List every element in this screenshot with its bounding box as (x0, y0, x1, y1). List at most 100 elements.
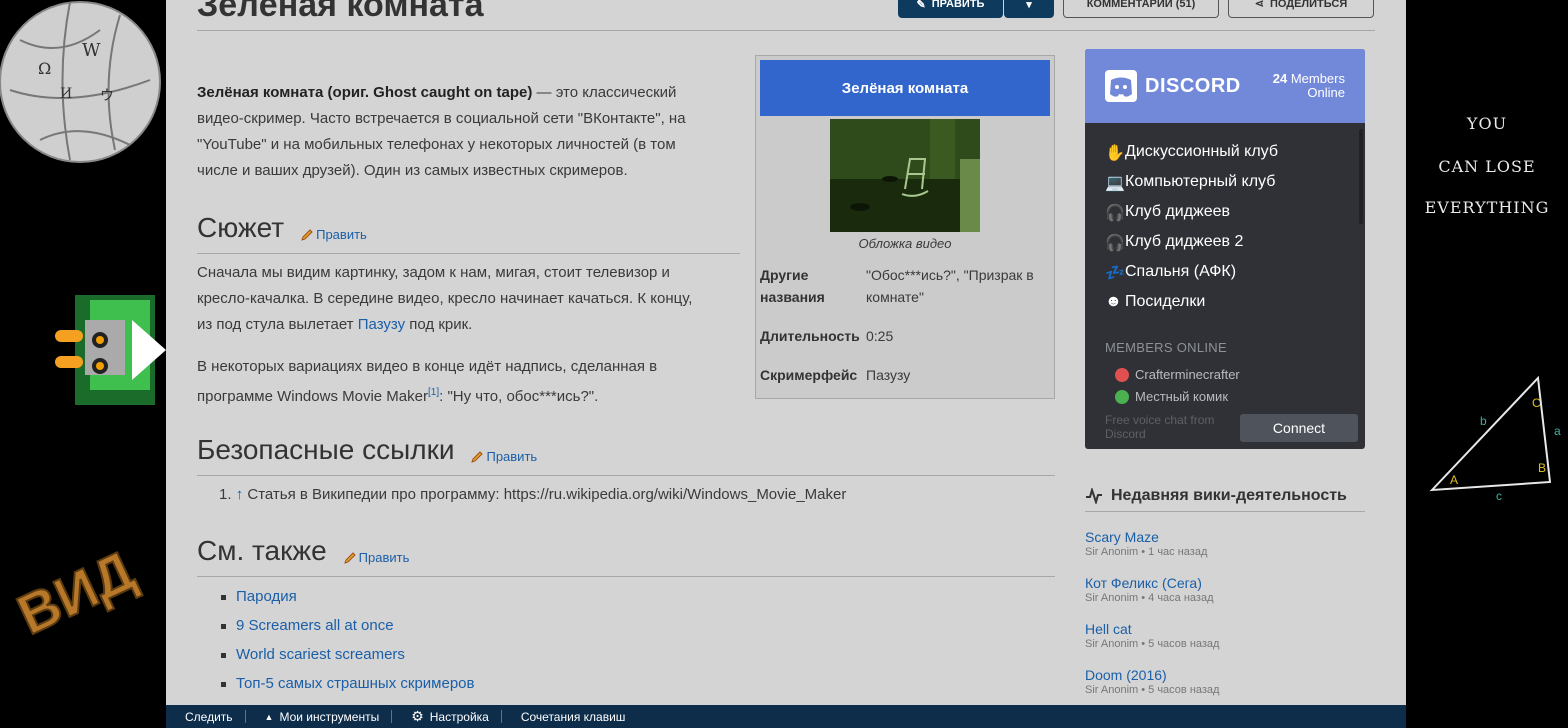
discord-channel[interactable]: 💻 Компьютерный клуб (1105, 167, 1278, 197)
article-page: Зелёная комната ✎ ПРАВИТЬ ▾ КОММЕНТАРИИ … (166, 0, 1406, 705)
discord-channel[interactable]: 🎧 Клуб диджеев (1105, 197, 1278, 227)
section-title: Сюжет (197, 212, 285, 243)
svg-text:a: a (1554, 424, 1561, 438)
activity-meta: Sir Anonim • 5 часов назад (1085, 684, 1220, 696)
discord-channel[interactable]: ☻ Посиделки (1105, 287, 1278, 317)
discord-member[interactable]: Местный комик (1115, 389, 1228, 404)
hand-icon: ✋ (1105, 145, 1125, 162)
edit-section-link[interactable]: Править (300, 227, 367, 242)
activity-item: Doom (2016) Sir Anonim • 5 часов назад (1085, 667, 1219, 696)
pazuzu-link[interactable]: Пазузу (358, 316, 405, 333)
edit-section-link[interactable]: Править (470, 449, 537, 464)
plot-text: : "Ну что, обос***ись?". (439, 388, 599, 405)
activity-page-link[interactable]: Hell cat (1085, 621, 1219, 637)
pencil-icon (343, 551, 356, 564)
section-heading-see-also: См. также Править (197, 535, 409, 567)
party-icon: ☻ (1105, 293, 1122, 310)
intro-paragraph: Зелёная комната (ориг. Ghost caught on t… (197, 80, 686, 184)
activity-item: Hell cat Sir Anonim • 5 часов назад (1085, 621, 1219, 650)
laptop-icon: 💻 (1105, 175, 1125, 192)
discord-footer-text: Free voice chat from Discord (1105, 413, 1215, 441)
svg-text:C: C (1532, 396, 1541, 410)
see-also-link[interactable]: Топ-5 самых страшных скримеров (221, 674, 474, 703)
section-divider (197, 253, 740, 254)
settings-label: Настройка (429, 709, 489, 724)
plot-paragraph-2: В некоторых вариациях видео в конце идёт… (197, 354, 657, 410)
activity-icon (1086, 488, 1102, 504)
edit-section-link[interactable]: Править (343, 550, 410, 565)
follow-button[interactable]: Следить (166, 709, 246, 724)
members-online-count: 24 Members Online (1273, 72, 1345, 100)
svg-text:Ω: Ω (38, 59, 51, 78)
edit-dropdown-button[interactable]: ▾ (1004, 0, 1054, 18)
share-button-label: ПОДЕЛИТЬСЯ (1269, 0, 1348, 10)
activity-item: Scary Maze Sir Anonim • 1 час назад (1085, 529, 1207, 558)
edit-section-label: Править (316, 227, 367, 242)
screamer-face-link[interactable]: Пазузу (866, 364, 1046, 386)
side-text-line-2: CAN LOSE (1438, 157, 1536, 176)
section-heading-plot: Сюжет Править (197, 212, 367, 244)
channel-name: Клуб диджеев 2 (1125, 233, 1244, 250)
svg-text:И: И (60, 86, 72, 102)
side-text-line-1: YOU (1466, 114, 1508, 133)
shortcuts-button[interactable]: Сочетания клавиш (502, 710, 638, 724)
svg-text:A: A (1450, 473, 1458, 487)
activity-page-link[interactable]: Scary Maze (1085, 529, 1207, 545)
discord-channel[interactable]: 🎧 Клуб диджеев 2 (1105, 227, 1278, 257)
my-tools-label: Мои инструменты (279, 709, 380, 724)
share-button[interactable]: ⋖ ПОДЕЛИТЬСЯ (1228, 0, 1374, 18)
members-count: 24 (1272, 71, 1288, 86)
infobox-value: "Обос***ись?", "Призрак в комнате" (866, 267, 1034, 305)
see-also-link[interactable]: World scariest screamers (221, 645, 474, 674)
activity-page-link[interactable]: Кот Феликс (Сега) (1085, 575, 1214, 591)
bottom-toolbar: Следить ▲ Мои инструменты ⚙ Настройка Со… (166, 705, 1406, 728)
discord-member[interactable]: Crafterminecrafter (1115, 367, 1240, 382)
discord-widget: DISCORD 24 Members Online ✋ Дискуссионный… (1085, 49, 1365, 449)
background-decorations: Ω W И ウ ВИД (0, 1, 166, 647)
my-tools-button[interactable]: ▲ Мои инструменты (246, 709, 393, 724)
channel-name: Клуб диджеев (1125, 203, 1231, 220)
reference-link[interactable]: [1] (428, 387, 439, 398)
discord-logo[interactable]: DISCORD (1105, 70, 1241, 102)
svg-text:ВИД: ВИД (8, 538, 144, 646)
activity-page-link[interactable]: Doom (2016) (1085, 667, 1219, 683)
header-divider (197, 30, 1375, 31)
settings-button[interactable]: ⚙ Настройка (392, 708, 502, 724)
discord-scrollbar[interactable] (1359, 129, 1363, 224)
edit-section-label: Править (358, 550, 410, 565)
intro-text: "YouTube" и на мобильных телефонах у нек… (197, 136, 676, 153)
robot-decoration (55, 295, 166, 405)
intro-text: видео-скример. Часто встречается в социа… (197, 110, 686, 127)
follow-label: Следить (185, 709, 233, 724)
comments-button[interactable]: КОММЕНТАРИИ (51) (1063, 0, 1219, 18)
plot-paragraph-1: Сначала мы видим картинку, задом к нам, … (197, 260, 692, 338)
channel-name: Спальня (АФК) (1125, 263, 1237, 280)
section-title: Безопасные ссылки (197, 434, 455, 465)
see-also-list: Пародия 9 Screamers all at once World sc… (221, 587, 474, 703)
activity-meta: Sir Anonim • 1 час назад (1085, 546, 1208, 558)
avatar (1115, 389, 1129, 404)
plot-text: программе Windows Movie Maker (197, 388, 428, 405)
video-cover-image[interactable] (830, 119, 980, 232)
chevron-down-icon: ▾ (1026, 0, 1032, 11)
discord-channel[interactable]: 💤 Спальня (АФК) (1105, 257, 1278, 287)
infobox-label: Скримерфейс (760, 367, 858, 383)
see-also-link[interactable]: 9 Screamers all at once (221, 616, 474, 645)
reference-text: Статья в Википедии про программу: https:… (243, 486, 847, 503)
discord-connect-button[interactable]: Connect (1240, 414, 1358, 442)
infobox-caption: Обложка видео (858, 236, 952, 251)
see-also-link[interactable]: Пародия (221, 587, 474, 616)
edit-button-label: ПРАВИТЬ (931, 0, 985, 10)
left-background: Ω W И ウ ВИД (0, 0, 166, 728)
members-online-heading: MEMBERS ONLINE (1105, 340, 1227, 355)
activity-meta: Sir Anonim • 5 часов назад (1085, 638, 1220, 650)
headphones-icon: 🎧 (1105, 205, 1125, 222)
edit-section-label: Править (486, 449, 538, 464)
discord-brand: DISCORD (1145, 74, 1241, 97)
cover-scene (830, 119, 980, 232)
discord-channel[interactable]: ✋ Дискуссионный клуб (1105, 137, 1278, 167)
plot-text: Сначала мы видим картинку, задом к нам, … (197, 264, 670, 281)
edit-button[interactable]: ✎ ПРАВИТЬ (898, 0, 1003, 18)
avatar (1115, 367, 1129, 382)
caret-up-icon: ▲ (264, 711, 274, 722)
